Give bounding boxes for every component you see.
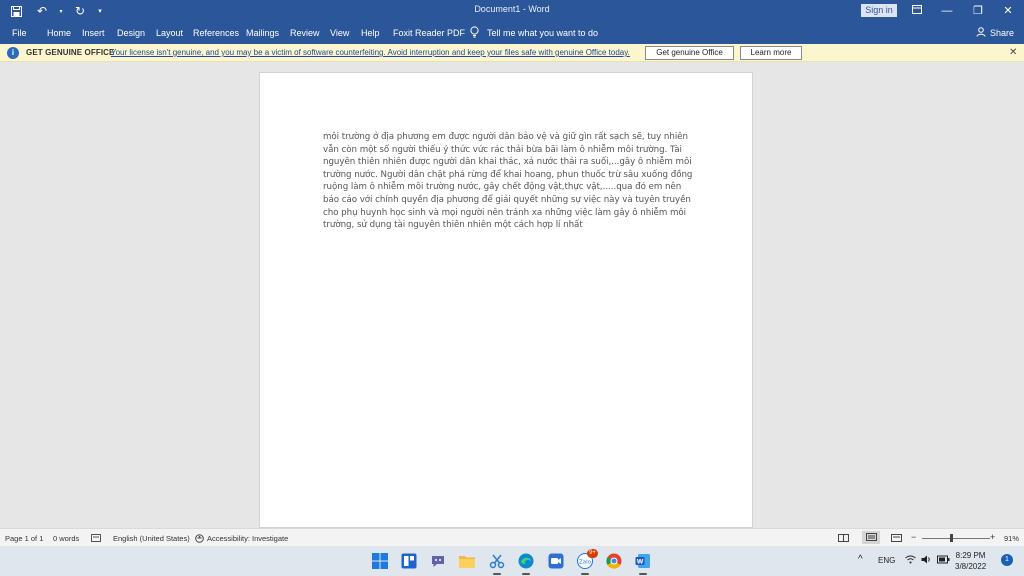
- tab-review[interactable]: Review: [290, 28, 320, 38]
- zoom-in-button[interactable]: +: [990, 532, 995, 542]
- zoom-out-button[interactable]: −: [911, 532, 916, 542]
- widgets-icon[interactable]: [399, 551, 419, 571]
- zoom-slider-track[interactable]: [922, 538, 990, 539]
- windows-start-icon[interactable]: [370, 551, 390, 571]
- share-button[interactable]: Share: [976, 27, 1014, 39]
- ribbon-display-options-icon[interactable]: [903, 2, 931, 20]
- restore-button[interactable]: ❐: [964, 2, 992, 20]
- web-layout-icon[interactable]: [891, 534, 902, 544]
- tab-mailings[interactable]: Mailings: [246, 28, 279, 38]
- teams-chat-icon[interactable]: [428, 551, 448, 571]
- tab-help[interactable]: Help: [361, 28, 380, 38]
- info-icon: i: [7, 47, 19, 59]
- svg-text:Zalo: Zalo: [579, 560, 592, 566]
- get-genuine-office-button[interactable]: Get genuine Office: [645, 46, 734, 60]
- read-mode-icon[interactable]: [838, 534, 849, 544]
- snipping-tool-icon[interactable]: [487, 551, 507, 575]
- wifi-icon[interactable]: [905, 555, 916, 566]
- tab-file[interactable]: File: [12, 28, 27, 38]
- volume-icon[interactable]: [921, 555, 932, 566]
- tell-me-label: Tell me what you want to do: [487, 28, 599, 38]
- document-paragraph[interactable]: môi trường ở địa phương em được người dâ…: [323, 131, 695, 232]
- input-language[interactable]: ENG: [878, 556, 895, 565]
- close-button[interactable]: ✕: [994, 2, 1022, 20]
- minimize-button[interactable]: —: [933, 2, 961, 20]
- lightbulb-icon: [470, 26, 479, 40]
- learn-more-button[interactable]: Learn more: [740, 46, 802, 60]
- close-icon[interactable]: ✕: [1009, 47, 1017, 58]
- show-hidden-icons-icon[interactable]: ^: [858, 554, 863, 565]
- print-layout-icon[interactable]: [862, 531, 880, 544]
- language-indicator[interactable]: English (United States): [113, 534, 190, 543]
- tab-references[interactable]: References: [193, 28, 239, 38]
- message-title: GET GENUINE OFFICE: [26, 48, 115, 57]
- system-clock[interactable]: 8:29 PM 3/8/2022: [955, 550, 986, 572]
- clock-time: 8:29 PM: [955, 551, 986, 560]
- tab-view[interactable]: View: [330, 28, 349, 38]
- battery-icon[interactable]: [937, 555, 950, 566]
- zoom-slider-thumb[interactable]: [950, 534, 953, 542]
- document-page[interactable]: môi trường ở địa phương em được người dâ…: [259, 72, 753, 528]
- tab-foxit-reader-pdf[interactable]: Foxit Reader PDF: [393, 28, 465, 38]
- word-app-icon[interactable]: W: [633, 551, 653, 575]
- word-count[interactable]: 0 words: [53, 534, 79, 543]
- tab-design[interactable]: Design: [117, 28, 145, 38]
- status-bar: Page 1 of 1 0 words English (United Stat…: [0, 528, 1024, 546]
- tell-me-search[interactable]: Tell me what you want to do: [470, 26, 598, 40]
- clock-date: 3/8/2022: [955, 562, 987, 571]
- accessibility-status[interactable]: Accessibility: Investigate: [207, 534, 288, 543]
- zalo-unread-badge: 9+: [587, 549, 598, 558]
- edge-browser-icon[interactable]: [516, 551, 536, 575]
- zoom-level[interactable]: 91%: [1004, 534, 1019, 543]
- file-explorer-icon[interactable]: [457, 551, 477, 571]
- share-label: Share: [990, 28, 1015, 38]
- chrome-icon[interactable]: [604, 551, 624, 571]
- svg-text:W: W: [637, 559, 644, 566]
- notification-count[interactable]: 1: [1001, 554, 1013, 566]
- title-bar: ↶ ▾ ↻ ▾ Document1 - Word Sign in — ❐ ✕: [0, 0, 1024, 22]
- proofing-icon[interactable]: [91, 534, 101, 544]
- message-link[interactable]: Your license isn't genuine, and you may …: [111, 48, 630, 57]
- video-call-icon[interactable]: [546, 551, 566, 571]
- sign-in-button[interactable]: Sign in: [861, 4, 897, 17]
- taskbar: Zalo W ^ ENG 8:29 PM 3/8/2022 1: [0, 546, 1024, 576]
- tab-layout[interactable]: Layout: [156, 28, 183, 38]
- license-message-bar: i GET GENUINE OFFICE Your license isn't …: [0, 44, 1024, 62]
- person-icon: [976, 27, 986, 39]
- accessibility-icon: [195, 534, 204, 545]
- tab-insert[interactable]: Insert: [82, 28, 105, 38]
- page-count[interactable]: Page 1 of 1: [5, 534, 43, 543]
- ribbon-tabs: File Home Insert Design Layout Reference…: [0, 22, 1024, 44]
- tab-home[interactable]: Home: [47, 28, 71, 38]
